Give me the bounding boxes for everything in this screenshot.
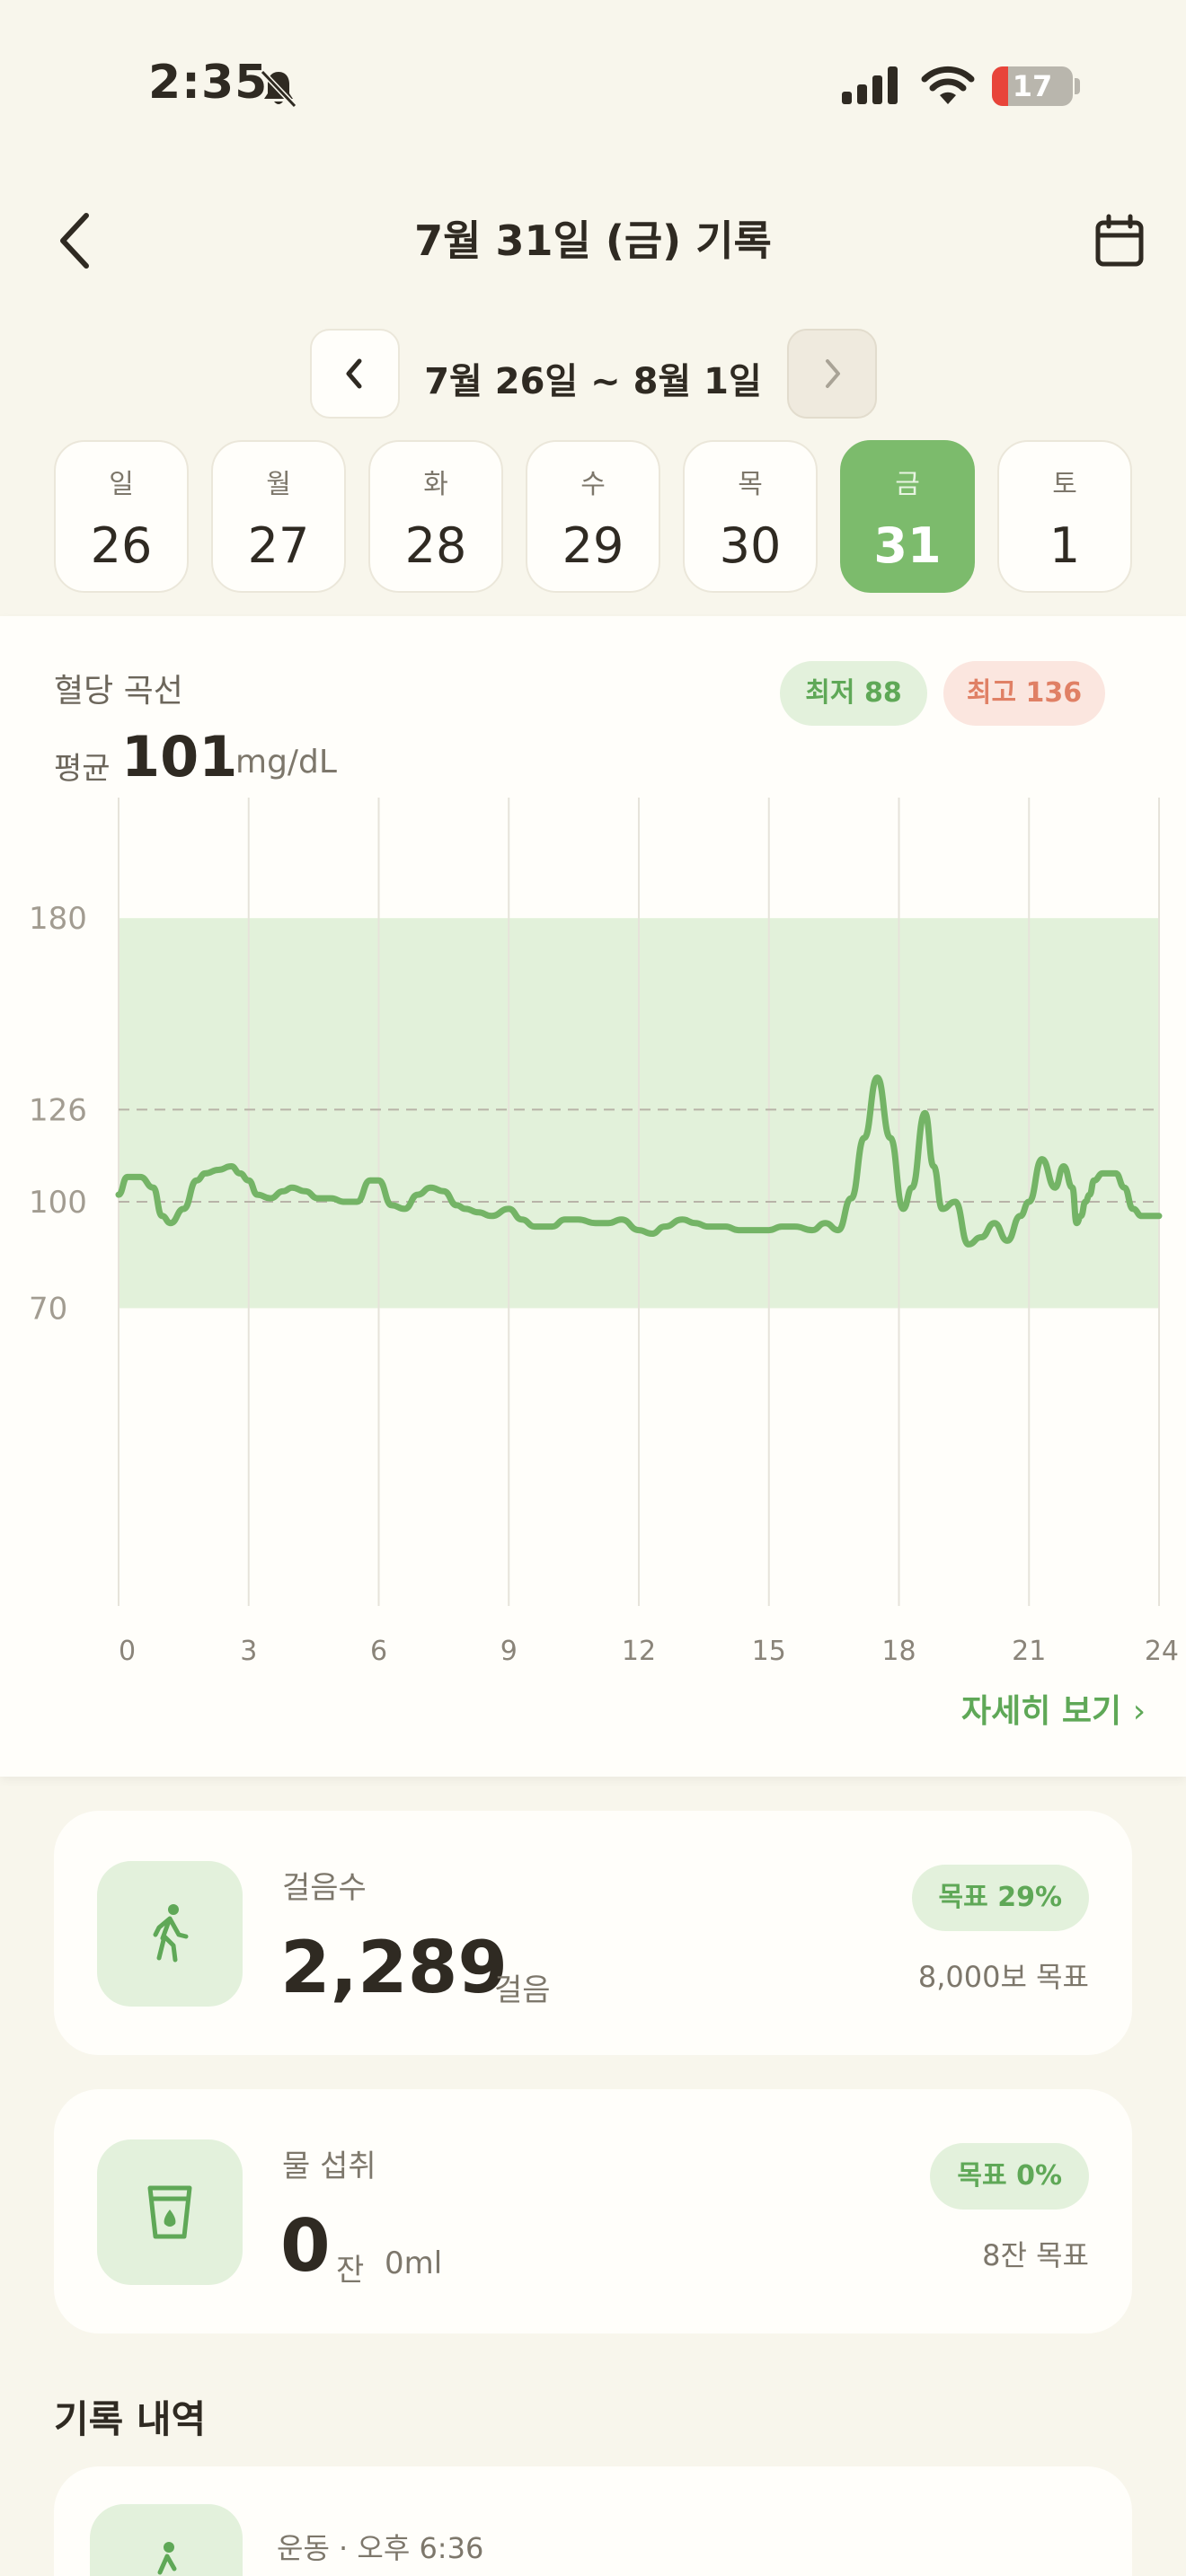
calendar-button[interactable] [1094,214,1145,268]
day-card[interactable]: 수 29 [526,440,660,593]
average-value: 101 [121,724,238,790]
water-value: 0 [280,2204,331,2288]
y-tick-label: 100 [29,1185,87,1221]
water-card[interactable]: 물 섭취 0 잔 0ml 목표 0% 8잔 목표 [54,2089,1132,2333]
max-glucose-badge: 최고 136 [943,661,1105,726]
bell-muted-icon [260,69,297,109]
steps-goal: 8,000보 목표 [917,1960,1089,1994]
week-range: 7월 26일 ~ 8월 1일 [424,361,762,402]
status-time: 2:35 [148,56,269,110]
y-tick-label: 70 [29,1291,67,1327]
steps-value: 2,289 [280,1926,509,2009]
battery-tip [1075,78,1080,94]
steps-label: 걸음수 [282,1870,367,1906]
water-label: 물 섭취 [282,2148,376,2184]
day-number: 29 [562,517,624,574]
day-card-selected[interactable]: 금 31 [840,440,975,593]
day-of-week: 금 [895,469,920,500]
day-card[interactable]: 목 30 [683,440,818,593]
day-number: 27 [247,517,310,574]
cellular-signal-icon [842,66,898,104]
record-item[interactable]: 운동 · 오후 6:36 [54,2466,1132,2576]
records-section-title: 기록 내역 [54,2397,207,2441]
walking-icon [90,2504,243,2576]
chevron-right-icon [826,359,840,388]
water-goal: 8잔 목표 [982,2238,1089,2272]
day-of-week: 토 [1052,469,1077,500]
steps-goal-badge: 목표 29% [911,1865,1089,1931]
next-week-button[interactable] [787,329,877,419]
day-card[interactable]: 토 1 [997,440,1132,593]
battery-indicator: 17 [992,66,1073,106]
page-title: 7월 31일 (금) 기록 [414,216,772,265]
day-number: 1 [1049,517,1081,574]
wifi-icon [921,66,975,104]
average-unit: mg/dL [235,744,337,781]
x-tick-label: 9 [500,1636,518,1667]
glucose-line-chart[interactable]: 0 3 6 9 12 15 18 21 24 180 126 100 70 [0,790,1186,1671]
x-tick-label: 18 [881,1636,916,1667]
day-card[interactable]: 화 28 [368,440,503,593]
water-glass-icon [97,2139,243,2285]
day-of-week: 일 [109,469,134,500]
chevron-left-icon [346,358,362,389]
average-label: 평균 [54,751,111,787]
y-tick-label: 180 [29,901,87,937]
day-number: 28 [404,517,467,574]
day-of-week: 화 [423,469,448,500]
x-tick-label: 12 [622,1636,656,1667]
record-meta: 운동 · 오후 6:36 [277,2531,484,2565]
min-glucose-badge: 최저 88 [780,661,927,726]
x-tick-label: 3 [240,1636,257,1667]
y-tick-label: 126 [29,1092,87,1128]
x-tick-label: 21 [1012,1636,1046,1667]
prev-week-button[interactable] [310,329,400,419]
water-ml: 0ml [385,2245,443,2281]
day-of-week: 수 [580,469,606,500]
steps-card[interactable]: 걸음수 2,289 걸음 목표 29% 8,000보 목표 [54,1811,1132,2055]
x-tick-label: 15 [752,1636,786,1667]
water-unit: 잔 [336,2253,365,2289]
day-of-week: 목 [738,469,763,500]
view-details-link[interactable]: 자세히 보기 › [961,1685,1146,1732]
day-number: 31 [873,517,942,574]
day-card[interactable]: 일 26 [54,440,189,593]
chevron-right-icon: › [1132,1693,1146,1730]
water-goal-badge: 목표 0% [930,2143,1089,2210]
x-tick-label: 0 [119,1636,136,1667]
day-number: 26 [90,517,153,574]
x-tick-label: 6 [370,1636,387,1667]
steps-unit: 걸음 [494,1972,551,2008]
view-details-label: 자세히 보기 [961,1693,1122,1730]
walking-icon [97,1861,243,2007]
battery-level: 17 [1012,69,1053,103]
chart-title: 혈당 곡선 [54,673,183,710]
day-of-week: 월 [266,469,291,500]
day-card[interactable]: 월 27 [211,440,346,593]
x-tick-label: 24 [1145,1636,1179,1667]
day-number: 30 [719,517,782,574]
